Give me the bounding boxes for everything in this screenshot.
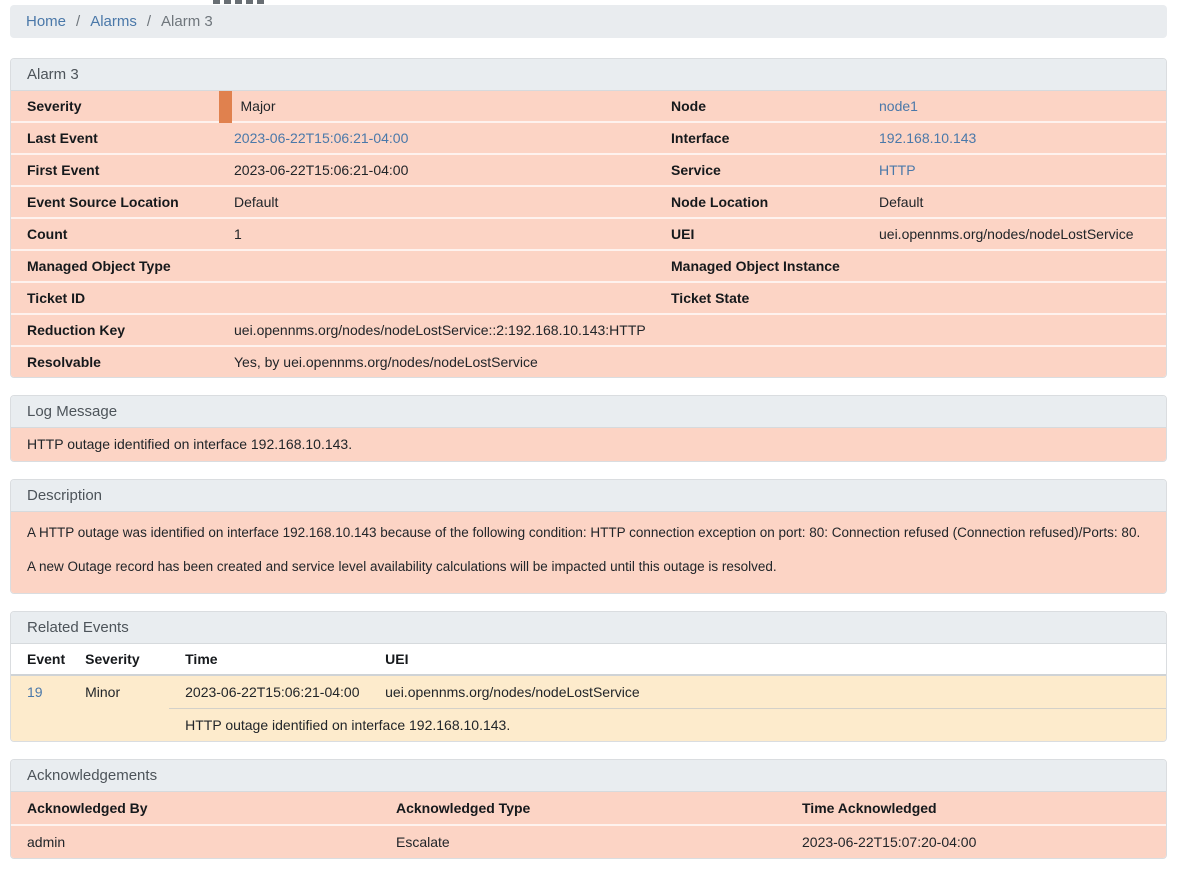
managed-object-type-label: Managed Object Type [11, 250, 225, 282]
breadcrumb-separator: / [147, 13, 151, 30]
managed-object-instance-label: Managed Object Instance [655, 250, 870, 282]
event-uei-cell: uei.opennms.org/nodes/nodeLostService [369, 675, 1166, 709]
event-source-location-value: Default [225, 186, 655, 218]
alarm-detail-table: Severity Major Node node1 Last Event 202… [11, 91, 1166, 377]
interface-link[interactable]: 192.168.10.143 [879, 130, 976, 146]
related-events-panel-title: Related Events [11, 612, 1166, 644]
breadcrumb-link-alarms[interactable]: Alarms [90, 13, 137, 30]
description-paragraph: A HTTP outage was identified on interfac… [27, 524, 1150, 541]
breadcrumb-link-home[interactable]: Home [26, 13, 66, 30]
node-label: Node [655, 91, 870, 122]
uei-label: UEI [655, 218, 870, 250]
severity-text: Major [241, 98, 276, 114]
acknowledgements-panel: Acknowledgements Acknowledged By Acknowl… [10, 759, 1167, 859]
reduction-key-label: Reduction Key [11, 314, 225, 346]
description-panel: Description A HTTP outage was identified… [10, 479, 1167, 594]
service-label: Service [655, 154, 870, 186]
related-events-table: Event Severity Time UEI 19 Minor 2023-06… [11, 644, 1166, 741]
log-message-panel-title: Log Message [11, 396, 1166, 428]
event-severity-cell: Minor [69, 675, 169, 741]
table-row: Managed Object Type Managed Object Insta… [11, 250, 1166, 282]
column-header-uei: UEI [369, 644, 1166, 675]
count-value: 1 [225, 218, 655, 250]
event-id-link[interactable]: 19 [27, 684, 43, 700]
table-row: Severity Major Node node1 [11, 91, 1166, 122]
table-row: Last Event 2023-06-22T15:06:21-04:00 Int… [11, 122, 1166, 154]
log-message-panel: Log Message HTTP outage identified on in… [10, 395, 1167, 462]
column-header-severity: Severity [69, 644, 169, 675]
table-header-row: Acknowledged By Acknowledged Type Time A… [11, 792, 1166, 825]
first-event-value: 2023-06-22T15:06:21-04:00 [225, 154, 655, 186]
table-row: Ticket ID Ticket State [11, 282, 1166, 314]
breadcrumb: Home / Alarms / Alarm 3 [10, 5, 1167, 38]
acknowledgements-panel-title: Acknowledgements [11, 760, 1166, 792]
table-row: Count 1 UEI uei.opennms.org/nodes/nodeLo… [11, 218, 1166, 250]
node-location-label: Node Location [655, 186, 870, 218]
managed-object-instance-value [870, 250, 1166, 282]
first-event-label: First Event [11, 154, 225, 186]
last-event-label: Last Event [11, 122, 225, 154]
acknowledged-by-cell: admin [11, 825, 380, 858]
ticket-id-value [225, 282, 655, 314]
acknowledged-type-cell: Escalate [380, 825, 786, 858]
resolvable-value: Yes, by uei.opennms.org/nodes/nodeLostSe… [225, 346, 1166, 377]
description-paragraph: A new Outage record has been created and… [27, 558, 1150, 575]
node-location-value: Default [870, 186, 1166, 218]
ticket-id-label: Ticket ID [11, 282, 225, 314]
last-event-value: 2023-06-22T15:06:21-04:00 [225, 122, 655, 154]
table-row: HTTP outage identified on interface 192.… [11, 709, 1166, 742]
interface-value: 192.168.10.143 [870, 122, 1166, 154]
related-events-panel: Related Events Event Severity Time UEI 1… [10, 611, 1167, 742]
last-event-link[interactable]: 2023-06-22T15:06:21-04:00 [234, 130, 408, 146]
log-message-text: HTTP outage identified on interface 192.… [11, 428, 1166, 461]
service-link[interactable]: HTTP [879, 162, 916, 178]
table-row: Reduction Key uei.opennms.org/nodes/node… [11, 314, 1166, 346]
column-header-acknowledged-by: Acknowledged By [11, 792, 380, 825]
table-header-row: Event Severity Time UEI [11, 644, 1166, 675]
interface-label: Interface [655, 122, 870, 154]
node-value: node1 [870, 91, 1166, 122]
table-row: First Event 2023-06-22T15:06:21-04:00 Se… [11, 154, 1166, 186]
node-link[interactable]: node1 [879, 98, 918, 114]
table-row: Event Source Location Default Node Locat… [11, 186, 1166, 218]
breadcrumb-separator: / [76, 13, 80, 30]
reduction-key-value: uei.opennms.org/nodes/nodeLostService::2… [225, 314, 1166, 346]
managed-object-type-value [225, 250, 655, 282]
alarm-detail-panel: Alarm 3 Severity Major Node node1 Last E… [10, 58, 1167, 378]
severity-label: Severity [11, 91, 225, 122]
description-panel-title: Description [11, 480, 1166, 512]
ticket-state-label: Ticket State [655, 282, 870, 314]
event-source-location-label: Event Source Location [11, 186, 225, 218]
time-acknowledged-cell: 2023-06-22T15:07:20-04:00 [786, 825, 1166, 858]
alarm-detail-page: Home / Alarms / Alarm 3 Alarm 3 Severity… [0, 0, 1177, 881]
table-row: 19 Minor 2023-06-22T15:06:21-04:00 uei.o… [11, 675, 1166, 709]
count-label: Count [11, 218, 225, 250]
alarm-panel-title: Alarm 3 [11, 59, 1166, 91]
uei-value: uei.opennms.org/nodes/nodeLostService [870, 218, 1166, 250]
column-header-acknowledged-type: Acknowledged Type [380, 792, 786, 825]
description-body: A HTTP outage was identified on interfac… [11, 512, 1166, 593]
table-row: Resolvable Yes, by uei.opennms.org/nodes… [11, 346, 1166, 377]
severity-value: Major [225, 91, 655, 122]
column-header-time-acknowledged: Time Acknowledged [786, 792, 1166, 825]
column-header-event: Event [11, 644, 69, 675]
table-row: admin Escalate 2023-06-22T15:07:20-04:00 [11, 825, 1166, 858]
event-id-cell: 19 [11, 675, 69, 741]
service-value: HTTP [870, 154, 1166, 186]
clipped-text-artifact [213, 0, 267, 4]
event-time-cell: 2023-06-22T15:06:21-04:00 [169, 675, 369, 709]
acknowledgements-table: Acknowledged By Acknowledged Type Time A… [11, 792, 1166, 858]
breadcrumb-current: Alarm 3 [161, 13, 213, 30]
ticket-state-value [870, 282, 1166, 314]
event-log-message-cell: HTTP outage identified on interface 192.… [169, 709, 1166, 742]
column-header-time: Time [169, 644, 369, 675]
resolvable-label: Resolvable [11, 346, 225, 377]
